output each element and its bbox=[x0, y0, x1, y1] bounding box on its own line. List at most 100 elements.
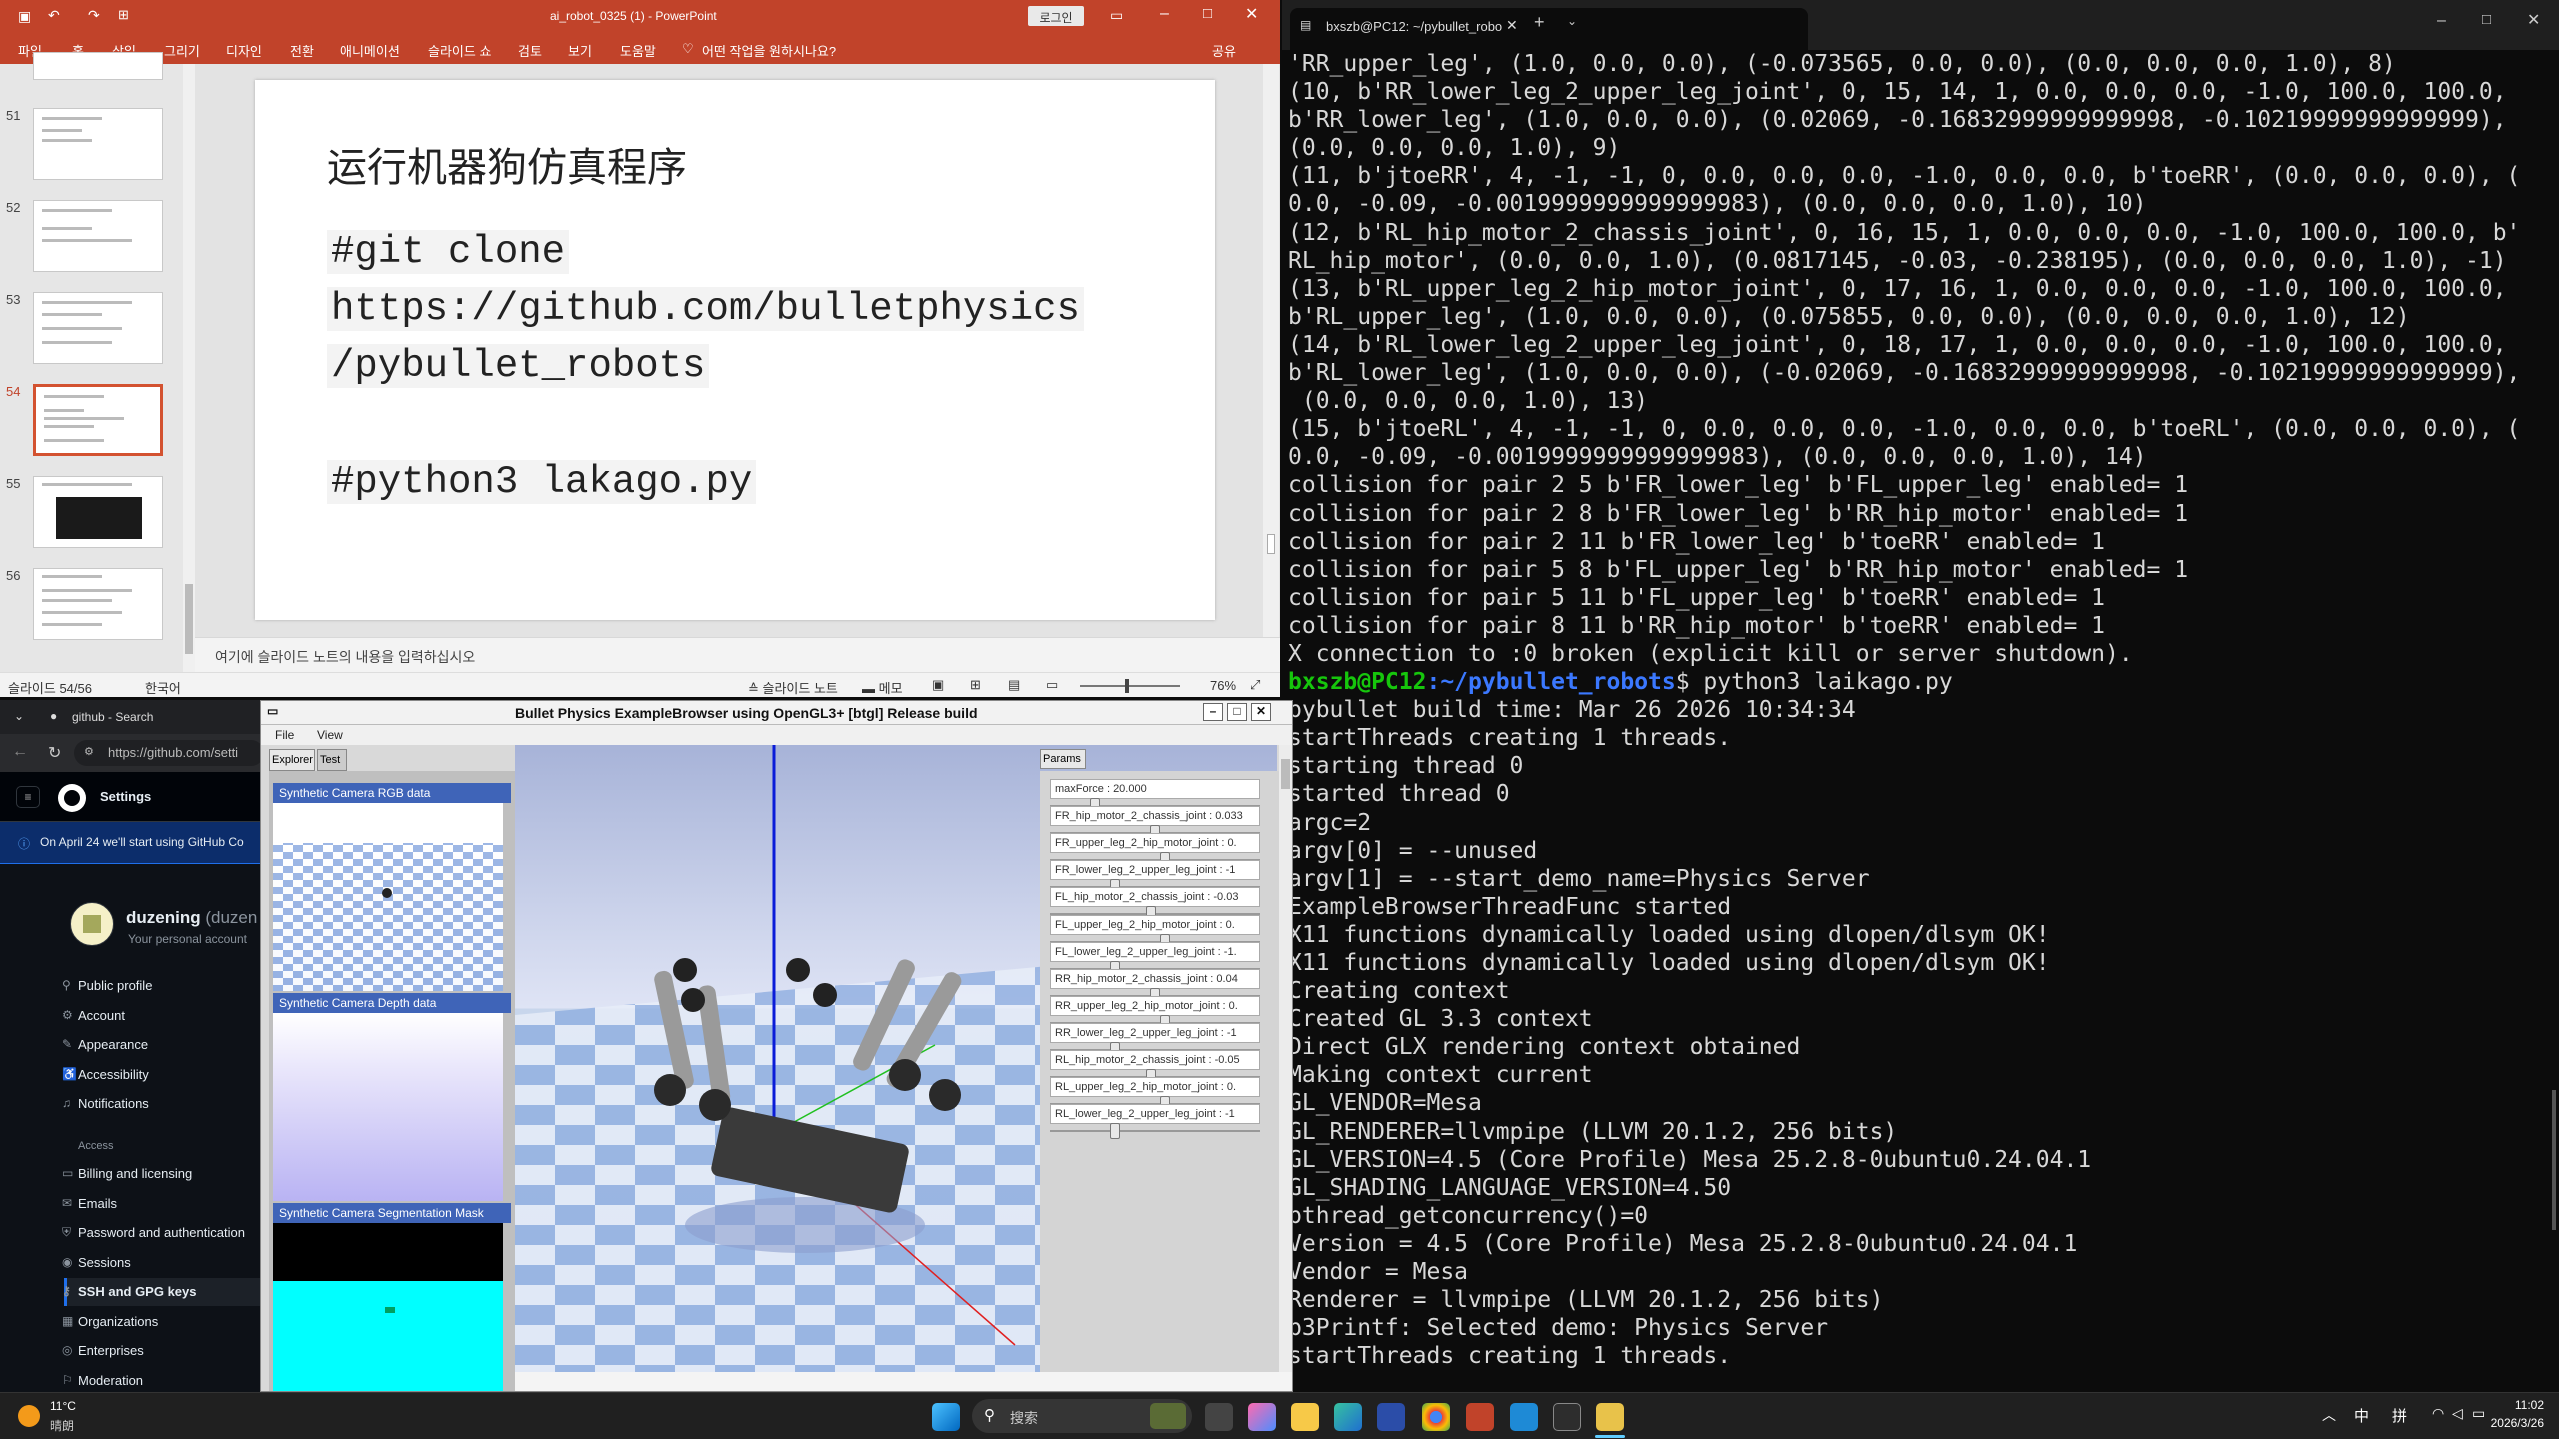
cam-depth-title[interactable]: Synthetic Camera Depth data bbox=[273, 993, 511, 1013]
address-bar[interactable]: ⚙ https://github.com/setti bbox=[74, 740, 262, 766]
param-field[interactable]: RR_lower_leg_2_upper_leg_joint : -1 bbox=[1050, 1022, 1260, 1043]
chevron-down-icon[interactable]: ⌄ bbox=[1567, 14, 1577, 28]
nav-ssh-keys[interactable]: ⚷ SSH and GPG keys bbox=[62, 1284, 197, 1299]
task-view-icon[interactable] bbox=[1205, 1403, 1233, 1431]
canvas-scrollbar[interactable] bbox=[1263, 64, 1279, 637]
normal-view-icon[interactable]: ▣ bbox=[932, 677, 944, 693]
github-logo-icon[interactable] bbox=[58, 784, 86, 812]
close-icon[interactable]: ✕ bbox=[1251, 703, 1271, 721]
site-info-icon[interactable]: ⚙ bbox=[84, 745, 94, 758]
present-icon[interactable]: ⊞ bbox=[118, 7, 129, 23]
param-field[interactable]: FL_lower_leg_2_upper_leg_joint : -1. bbox=[1050, 941, 1260, 962]
terminal-output[interactable]: 'RR_upper_leg', (1.0, 0.0, 0.0), (-0.073… bbox=[1288, 50, 2553, 1380]
minimize-icon[interactable]: – bbox=[1203, 703, 1223, 721]
param-field[interactable]: RL_hip_motor_2_chassis_joint : -0.05 bbox=[1050, 1050, 1260, 1070]
close-icon[interactable]: ✕ bbox=[2527, 10, 2540, 30]
tab-draw[interactable]: 그리기 bbox=[164, 41, 200, 60]
share-button[interactable]: 공유 bbox=[1212, 41, 1236, 60]
avatar[interactable] bbox=[70, 902, 114, 946]
tab-slideshow[interactable]: 슬라이드 쇼 bbox=[428, 41, 491, 60]
maximize-icon[interactable]: □ bbox=[1203, 5, 1212, 22]
terminal-scrollbar[interactable] bbox=[2552, 1090, 2556, 1230]
slide-code-line[interactable]: #python3 lakago.py bbox=[327, 460, 757, 504]
param-field[interactable]: FR_lower_leg_2_upper_leg_joint : -1 bbox=[1050, 860, 1260, 881]
current-slide[interactable]: 运行机器狗仿真程序 #git clone https://github.com/… bbox=[255, 80, 1215, 620]
ubuntu-icon[interactable] bbox=[1596, 1403, 1624, 1431]
vscode-icon[interactable] bbox=[1510, 1403, 1538, 1431]
zoom-slider[interactable] bbox=[1080, 679, 1180, 693]
slide-sorter-icon[interactable]: ⊞ bbox=[970, 677, 981, 693]
slide-code-line[interactable]: https://github.com/bulletphysics bbox=[327, 287, 1084, 331]
slide-thumb-51[interactable] bbox=[33, 108, 163, 180]
volume-icon[interactable]: ◁ bbox=[2452, 1405, 2463, 1422]
tab-help[interactable]: 도움말 bbox=[620, 41, 656, 60]
tab-explorer[interactable]: Explorer bbox=[269, 749, 315, 771]
hamburger-menu-icon[interactable]: ≡ bbox=[16, 786, 40, 808]
new-tab-icon[interactable]: + bbox=[1534, 12, 1545, 33]
menu-file[interactable]: File bbox=[275, 728, 294, 742]
tab-list-icon[interactable]: ⌄ bbox=[14, 709, 24, 723]
login-button[interactable]: 로그인 bbox=[1028, 6, 1084, 26]
tab-design[interactable]: 디자인 bbox=[226, 41, 262, 60]
nav-enterprises[interactable]: ◎ Enterprises bbox=[62, 1343, 144, 1358]
minimize-icon[interactable]: – bbox=[2437, 12, 2446, 30]
fit-slide-icon[interactable]: ⤢ bbox=[1250, 677, 1260, 693]
terminal-icon[interactable] bbox=[1553, 1403, 1581, 1431]
ime-mode[interactable]: 中 bbox=[2354, 1405, 2369, 1426]
ime-pinyin[interactable]: 拼 bbox=[2392, 1405, 2407, 1426]
tab-test[interactable]: Test bbox=[317, 749, 347, 771]
clock-time[interactable]: 11:02 bbox=[2506, 1398, 2544, 1412]
nav-appearance[interactable]: ✎ Appearance bbox=[62, 1037, 148, 1052]
slider-knob[interactable] bbox=[1110, 1123, 1120, 1140]
cam-segmentation-title[interactable]: Synthetic Camera Segmentation Mask bbox=[273, 1203, 511, 1223]
notes-pane[interactable]: 여기에 슬라이드 노트의 내용을 입력하십시오 bbox=[195, 637, 1280, 672]
param-field[interactable]: RL_lower_leg_2_upper_leg_joint : -1 bbox=[1050, 1104, 1260, 1125]
powerpoint-icon[interactable] bbox=[1466, 1403, 1494, 1431]
slide-thumb-53[interactable] bbox=[33, 292, 163, 364]
nav-accessibility[interactable]: ♿ Accessibility bbox=[62, 1067, 149, 1082]
param-field[interactable]: RR_hip_motor_2_chassis_joint : 0.04 bbox=[1050, 968, 1260, 989]
language-indicator[interactable]: 한국어 bbox=[145, 678, 181, 697]
params-scrollbar[interactable] bbox=[1279, 745, 1292, 1372]
reload-icon[interactable]: ↻ bbox=[48, 743, 61, 763]
notes-toggle-button[interactable]: ≙ 슬라이드 노트 bbox=[748, 678, 838, 697]
nav-sessions[interactable]: ◉ Sessions bbox=[62, 1255, 131, 1270]
param-field[interactable]: FL_upper_leg_2_hip_motor_joint : 0. bbox=[1050, 914, 1260, 935]
tab-transitions[interactable]: 전환 bbox=[290, 41, 314, 60]
slide-thumb-54-selected[interactable] bbox=[33, 384, 163, 456]
weather-desc[interactable]: 晴朗 bbox=[50, 1417, 74, 1434]
browser-tab-title[interactable]: github - Search bbox=[72, 710, 153, 724]
clock-date[interactable]: 2026/3/26 bbox=[2486, 1416, 2544, 1430]
cam-rgb-title[interactable]: Synthetic Camera RGB data bbox=[273, 783, 511, 803]
minimize-icon[interactable]: – bbox=[1160, 5, 1169, 23]
comments-button[interactable]: ▬ 메모 bbox=[862, 678, 903, 697]
nav-notifications[interactable]: ♫ Notifications bbox=[62, 1096, 149, 1111]
slideshow-icon[interactable]: ▭ bbox=[1046, 677, 1058, 693]
chevron-up-icon[interactable]: ︿ bbox=[2322, 1405, 2336, 1425]
slide-title[interactable]: 运行机器狗仿真程序 bbox=[327, 135, 687, 193]
terminal-tab[interactable]: ▤ bxszb@PC12: ~/pybullet_robo ✕ bbox=[1290, 8, 1808, 50]
tab-view[interactable]: 보기 bbox=[568, 41, 592, 60]
slide-thumb-56[interactable] bbox=[33, 568, 163, 640]
nav-account[interactable]: ⚙ Account bbox=[62, 1008, 125, 1023]
reading-view-icon[interactable]: ▤ bbox=[1008, 677, 1020, 693]
param-field[interactable]: FR_hip_motor_2_chassis_joint : 0.033 bbox=[1050, 806, 1260, 827]
tell-me-search[interactable]: 어떤 작업을 원하시나요? bbox=[702, 41, 836, 60]
param-slider[interactable] bbox=[1050, 1123, 1260, 1140]
close-icon[interactable]: ✕ bbox=[1245, 4, 1258, 24]
nav-emails[interactable]: ✉ Emails bbox=[62, 1196, 117, 1211]
store-icon[interactable] bbox=[1377, 1403, 1405, 1431]
taskbar-search[interactable]: ⚲ 搜索 bbox=[972, 1399, 1192, 1433]
file-explorer-icon[interactable] bbox=[1291, 1403, 1319, 1431]
wifi-icon[interactable]: ◠ bbox=[2432, 1405, 2444, 1422]
tab-animations[interactable]: 애니메이션 bbox=[340, 41, 400, 60]
maximize-icon[interactable]: □ bbox=[1227, 703, 1247, 721]
tab-params[interactable]: Params bbox=[1040, 749, 1086, 769]
weather-temp[interactable]: 11°C bbox=[50, 1399, 76, 1413]
start-icon[interactable] bbox=[932, 1403, 960, 1431]
edge-icon[interactable] bbox=[1334, 1403, 1362, 1431]
menu-view[interactable]: View bbox=[317, 728, 343, 742]
redo-icon[interactable]: ↷ bbox=[88, 7, 100, 24]
param-field[interactable]: RL_upper_leg_2_hip_motor_joint : 0. bbox=[1050, 1077, 1260, 1098]
param-field[interactable]: RR_upper_leg_2_hip_motor_joint : 0. bbox=[1050, 995, 1260, 1016]
